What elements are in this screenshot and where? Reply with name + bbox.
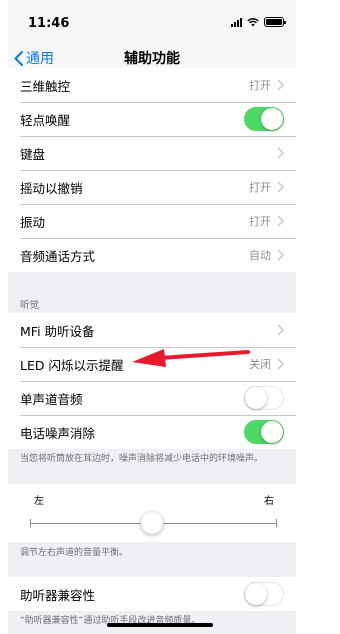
balance-left-label: 左	[34, 496, 44, 507]
status-icons	[231, 17, 286, 27]
home-indicator[interactable]	[107, 623, 213, 627]
row-mono-audio: 单声道音频	[8, 381, 296, 415]
chevron-right-icon	[277, 147, 284, 159]
row-call-audio-routing[interactable]: 音频通话方式 自动	[8, 238, 296, 272]
battery-icon	[264, 17, 286, 27]
chevron-right-icon	[277, 215, 284, 227]
chevron-right-icon	[277, 181, 284, 193]
balance-note: 调节左右声道的音量平衡。	[20, 548, 129, 558]
tap-to-wake-toggle[interactable]	[244, 107, 284, 131]
balance-slider-knob[interactable]	[141, 512, 163, 534]
row-label: 单声道音频	[20, 391, 83, 407]
wifi-icon	[247, 17, 259, 26]
chevron-right-icon	[277, 358, 284, 370]
row-3d-touch[interactable]: 三维触控 打开	[8, 68, 296, 102]
noise-cancellation-note: 当您将听筒放在耳边时，噪声消除将减少电话中的环境噪声。	[20, 454, 264, 464]
row-label: 电话噪声消除	[20, 425, 96, 441]
hearing-group: MFi 助听设备 LED 闪烁以示提醒 关闭 单声道音频 电话噪声消除	[8, 313, 296, 449]
row-hearing-aid-compatibility: 助听器兼容性	[8, 577, 296, 611]
section-header-hearing: 听觉	[20, 300, 40, 311]
chevron-right-icon	[277, 249, 284, 261]
page-title: 辅助功能	[124, 51, 180, 67]
chevron-right-icon	[277, 79, 284, 91]
row-mfi-hearing-devices[interactable]: MFi 助听设备	[8, 313, 296, 347]
hearing-aid-group: 助听器兼容性	[8, 577, 296, 611]
mono-audio-toggle[interactable]	[244, 386, 284, 410]
status-time: 11:46	[28, 16, 70, 31]
row-value: 关闭	[249, 358, 271, 371]
status-bar: 11:46	[8, 0, 296, 40]
row-label: 振动	[20, 214, 46, 230]
row-value: 打开	[249, 79, 271, 92]
row-phone-noise-cancellation: 电话噪声消除	[8, 415, 296, 449]
balance-group: 左 右	[8, 484, 296, 542]
row-value: 自动	[249, 249, 271, 262]
slider-tick-left	[30, 519, 31, 527]
noise-cancellation-toggle[interactable]	[244, 420, 284, 444]
row-tap-to-wake: 轻点唤醒	[8, 102, 296, 136]
interaction-group: 三维触控 打开 轻点唤醒 键盘 摇动以撤销 打开 振动 打开 音频通话方式 自动	[8, 68, 296, 272]
row-label: 轻点唤醒	[20, 112, 71, 128]
row-value: 打开	[249, 181, 271, 194]
row-value: 打开	[249, 215, 271, 228]
row-label: 音频通话方式	[20, 248, 96, 264]
row-label: 摇动以撤销	[20, 180, 83, 196]
annotation-arrow-icon	[132, 349, 250, 367]
row-keyboard[interactable]: 键盘	[8, 136, 296, 170]
slider-tick-right	[276, 519, 277, 527]
settings-screen: 11:46 通用 辅助功能 三维触控 打开 轻点唤醒 键盘 摇动以撤销 打开 振…	[8, 0, 296, 634]
chevron-right-icon	[277, 324, 284, 336]
row-shake-to-undo[interactable]: 摇动以撤销 打开	[8, 170, 296, 204]
cellular-signal-icon	[231, 17, 242, 27]
row-label: 三维触控	[20, 78, 71, 94]
row-vibration[interactable]: 振动 打开	[8, 204, 296, 238]
balance-right-label: 右	[264, 496, 274, 507]
row-label: MFi 助听设备	[20, 323, 95, 339]
row-label: 助听器兼容性	[20, 587, 96, 603]
hearing-aid-compatibility-toggle[interactable]	[244, 582, 284, 606]
row-label: 键盘	[20, 146, 46, 162]
